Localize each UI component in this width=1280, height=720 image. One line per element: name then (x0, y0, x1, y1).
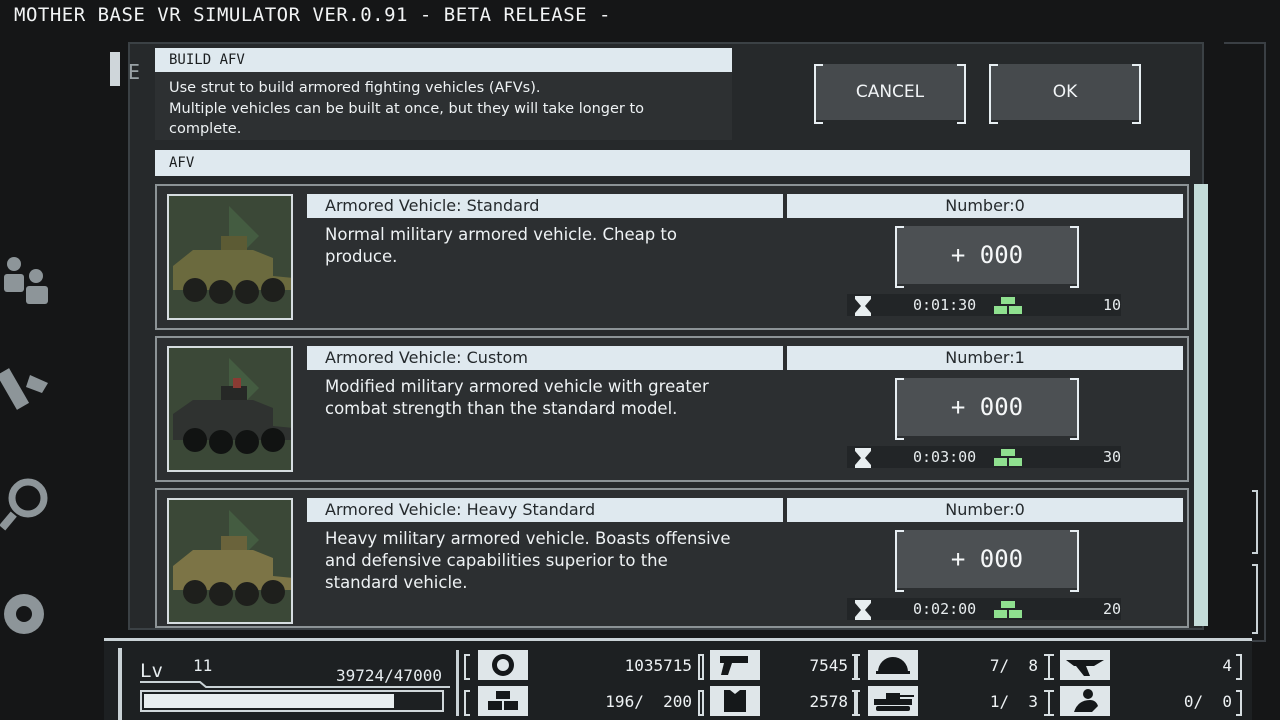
experience-bar-fill (144, 694, 395, 708)
resource-strut: 196/ 200 (464, 686, 704, 716)
cancel-button[interactable]: CANCEL (814, 64, 966, 124)
bracket (1236, 690, 1242, 716)
resource-value: 196/ 200 (605, 692, 692, 711)
quantity-stepper[interactable]: + 000 (895, 226, 1079, 288)
handgun-icon (710, 650, 760, 680)
quantity-stepper[interactable]: + 000 (895, 378, 1079, 440)
afv-item-heavy-standard[interactable]: Armored Vehicle: Heavy Standard Number:0… (155, 488, 1189, 628)
description-line: standard vehicle. (325, 573, 468, 592)
build-time: 0:01:30 (913, 296, 977, 314)
staff-group-icon[interactable] (0, 250, 56, 310)
panel-description: Use strut to build armored fighting vehi… (155, 72, 732, 140)
status-divider (456, 650, 459, 716)
resource-aircraft: 4 (1048, 650, 1242, 680)
item-description: Normal military armored vehicle. Cheap t… (325, 224, 745, 268)
cost-row: 0:01:30 10 (847, 294, 1121, 316)
gear-icon[interactable] (0, 584, 56, 644)
level-value: 11 (193, 656, 213, 675)
vehicle-image (167, 346, 293, 472)
panel-tab-marker (110, 52, 120, 86)
item-number: Number:1 (787, 346, 1183, 370)
resource-handgun: 7545 (698, 650, 858, 680)
item-name: Armored Vehicle: Custom (307, 346, 783, 370)
tank-icon (868, 686, 918, 716)
level-label: Lv (140, 660, 163, 682)
resource-value: 7/ 8 (989, 656, 1038, 675)
experience-bar (140, 690, 444, 712)
background-divider (1252, 490, 1258, 554)
staff-icon (1060, 686, 1110, 716)
item-name: Armored Vehicle: Heavy Standard (307, 498, 783, 522)
afv-item-standard[interactable]: Armored Vehicle: Standard Number:0 Norma… (155, 184, 1189, 330)
item-description: Modified military armored vehicle with g… (325, 376, 745, 420)
bracket (1236, 654, 1242, 680)
helmet-icon (868, 650, 918, 680)
item-number: Number:0 (787, 498, 1183, 522)
description-line: Multiple vehicles can be built at once, … (169, 101, 645, 117)
bracket (1048, 690, 1054, 716)
bracket (854, 654, 860, 680)
resource-gmp: 1035715 (464, 650, 704, 680)
quantity-stepper[interactable]: + 000 (895, 530, 1079, 592)
bracket (464, 654, 470, 680)
strut-cost-icon (994, 297, 1022, 314)
cost-row: 0:02:00 20 (847, 598, 1121, 620)
wrench-icon[interactable] (0, 365, 56, 425)
hourglass-icon (855, 448, 871, 468)
strut-cost-icon (994, 449, 1022, 466)
bracket (698, 654, 704, 680)
description-line: and defensive capabilities superior to t… (325, 551, 668, 570)
window-title: MOTHER BASE VR SIMULATOR VER.0.91 - BETA… (14, 4, 611, 26)
item-name: Armored Vehicle: Standard (307, 194, 783, 218)
body-armor-icon (710, 686, 760, 716)
resource-body-armor: 2578 (698, 686, 858, 716)
gmp-icon (478, 650, 528, 680)
strut-cost: 10 (1102, 296, 1121, 314)
panel-header-title: BUILD AFV (155, 48, 732, 72)
cost-row: 0:03:00 30 (847, 446, 1121, 468)
item-description: Heavy military armored vehicle. Boasts o… (325, 528, 745, 594)
description-line: complete. (169, 121, 242, 137)
resource-value: 1/ 3 (989, 692, 1038, 711)
resource-value: 4 (1222, 656, 1232, 675)
resource-value: 0/ 0 (1183, 692, 1232, 711)
bracket (464, 690, 470, 716)
description-line: Normal military armored vehicle. Cheap t… (325, 225, 677, 266)
description-line: Heavy military armored vehicle. Boasts o… (325, 529, 731, 548)
bracket (854, 690, 860, 716)
build-time: 0:03:00 (913, 448, 977, 466)
resource-value: 2578 (809, 692, 848, 711)
background-divider (1252, 564, 1258, 634)
vehicle-image (167, 498, 293, 624)
description-line: Use strut to build armored fighting vehi… (169, 80, 541, 96)
list-scrollbar[interactable] (1194, 184, 1208, 626)
resource-staff: 0/ 0 (1048, 686, 1242, 716)
panel-tab-label: E (128, 60, 141, 84)
hourglass-icon (855, 600, 871, 620)
afv-item-custom[interactable]: Armored Vehicle: Custom Number:1 Modifie… (155, 336, 1189, 482)
experience-value: 39724/47000 (336, 666, 442, 685)
vehicle-image (167, 194, 293, 320)
resource-tank: 1/ 3 (854, 686, 1050, 716)
ok-button[interactable]: OK (989, 64, 1141, 124)
search-icon[interactable] (0, 472, 56, 532)
strut-icon (478, 686, 528, 716)
strut-cost: 30 (1102, 448, 1121, 466)
section-title-afv: AFV (155, 150, 1190, 176)
bracket (698, 690, 704, 716)
hourglass-icon (855, 296, 871, 316)
resource-value: 7545 (809, 656, 848, 675)
background-frame (1224, 42, 1266, 642)
description-line: combat strength than the standard model. (325, 399, 678, 418)
resource-helmet: 7/ 8 (854, 650, 1050, 680)
aircraft-icon (1060, 650, 1110, 680)
build-time: 0:02:00 (913, 600, 977, 618)
description-line: Modified military armored vehicle with g… (325, 377, 709, 396)
bracket (1048, 654, 1054, 680)
item-number: Number:0 (787, 194, 1183, 218)
strut-cost-icon (994, 601, 1022, 618)
resource-value: 1035715 (624, 656, 692, 675)
strut-cost: 20 (1102, 600, 1121, 618)
